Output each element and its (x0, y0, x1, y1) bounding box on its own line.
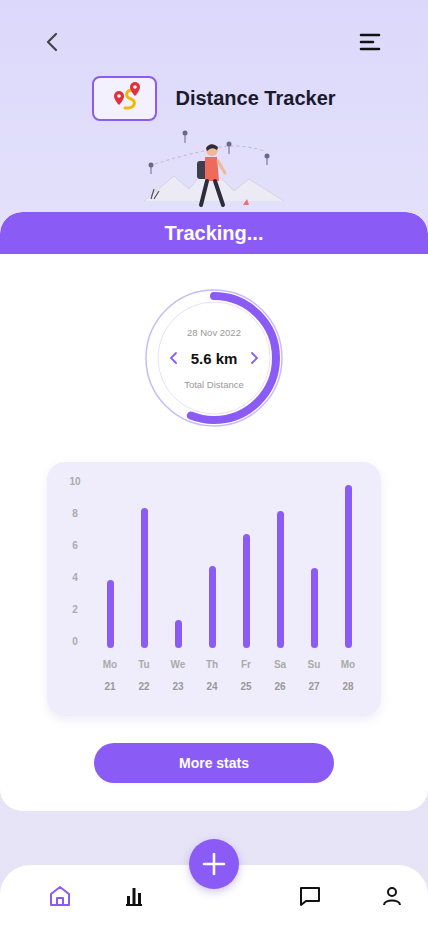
chart-column: Th 24 (195, 466, 229, 694)
x-day-label: Sa (274, 658, 286, 672)
app-title: Distance Tracker (175, 87, 335, 110)
chart-bar[interactable] (243, 534, 250, 648)
x-day-label: Th (206, 658, 218, 672)
route-pins-icon (103, 82, 147, 116)
app-header: Distance Tracker (92, 76, 335, 121)
logo (92, 76, 157, 121)
chart-column: Tu 22 (127, 466, 161, 694)
x-day-label: Mo (103, 658, 117, 672)
chart-column: Sa 26 (263, 466, 297, 694)
bar-chart-icon (122, 884, 146, 908)
x-day-label: We (171, 658, 186, 672)
x-day-label: Tu (138, 658, 149, 672)
y-axis: 1086420 (63, 466, 87, 694)
add-button[interactable] (189, 839, 239, 889)
chart-column: Fr 25 (229, 466, 263, 694)
x-date-label: 25 (240, 680, 251, 694)
x-date-label: 28 (342, 680, 353, 694)
y-tick: 10 (63, 466, 87, 498)
menu-icon[interactable] (359, 31, 381, 53)
chart-column: We 23 (161, 466, 195, 694)
chart-bar[interactable] (107, 580, 114, 648)
back-chevron-icon[interactable] (42, 31, 64, 53)
chat-icon (298, 884, 322, 908)
x-day-label: Fr (241, 658, 251, 672)
x-date-label: 22 (138, 680, 149, 694)
x-date-label: 27 (308, 680, 319, 694)
x-date-label: 21 (104, 680, 115, 694)
x-day-label: Mo (341, 658, 355, 672)
chart-column: Mo 28 (331, 466, 365, 694)
x-day-label: Su (308, 658, 321, 672)
y-tick: 2 (63, 594, 87, 626)
y-tick: 8 (63, 498, 87, 530)
nav-profile[interactable] (379, 883, 405, 909)
tracking-card: Tracking... 28 Nov 2022 5.6 km Total Dis… (0, 212, 428, 811)
y-tick: 0 (63, 626, 87, 658)
next-chevron-icon[interactable] (249, 351, 259, 365)
nav-stats[interactable] (121, 883, 147, 909)
home-icon (48, 884, 72, 908)
chart-column: Mo 21 (93, 466, 127, 694)
x-date-label: 26 (274, 680, 285, 694)
bottom-nav (0, 865, 428, 926)
nav-home[interactable] (47, 883, 73, 909)
nav-messages[interactable] (297, 883, 323, 909)
tracking-status: Tracking... (0, 212, 428, 254)
weekly-chart: 1086420 Mo 21 Tu 22 We 23 Th 24 Fr 25 Sa… (47, 462, 381, 716)
chart-bar[interactable] (141, 508, 148, 648)
x-date-label: 24 (206, 680, 217, 694)
chart-bar[interactable] (345, 485, 352, 648)
y-tick: 4 (63, 562, 87, 594)
summary-date: 28 Nov 2022 (187, 327, 241, 338)
total-distance-label: Total Distance (184, 379, 244, 390)
user-icon (380, 884, 404, 908)
top-bar (0, 0, 428, 55)
chart-bar[interactable] (311, 568, 318, 648)
chart-column: Su 27 (297, 466, 331, 694)
x-date-label: 23 (172, 680, 183, 694)
more-stats-button[interactable]: More stats (94, 743, 334, 783)
plus-icon (201, 851, 227, 877)
distance-ring: 28 Nov 2022 5.6 km Total Distance (144, 288, 284, 428)
previous-chevron-icon[interactable] (169, 351, 179, 365)
y-tick: 6 (63, 530, 87, 562)
hiker-illustration (139, 121, 289, 212)
chart-bar[interactable] (277, 511, 284, 648)
chart-bar[interactable] (209, 566, 216, 648)
chart-bar[interactable] (175, 620, 182, 648)
distance-tracker-screen: Distance Tracker Tracking... 28 Nov 2022… (0, 0, 428, 926)
total-distance-value: 5.6 km (191, 350, 238, 367)
